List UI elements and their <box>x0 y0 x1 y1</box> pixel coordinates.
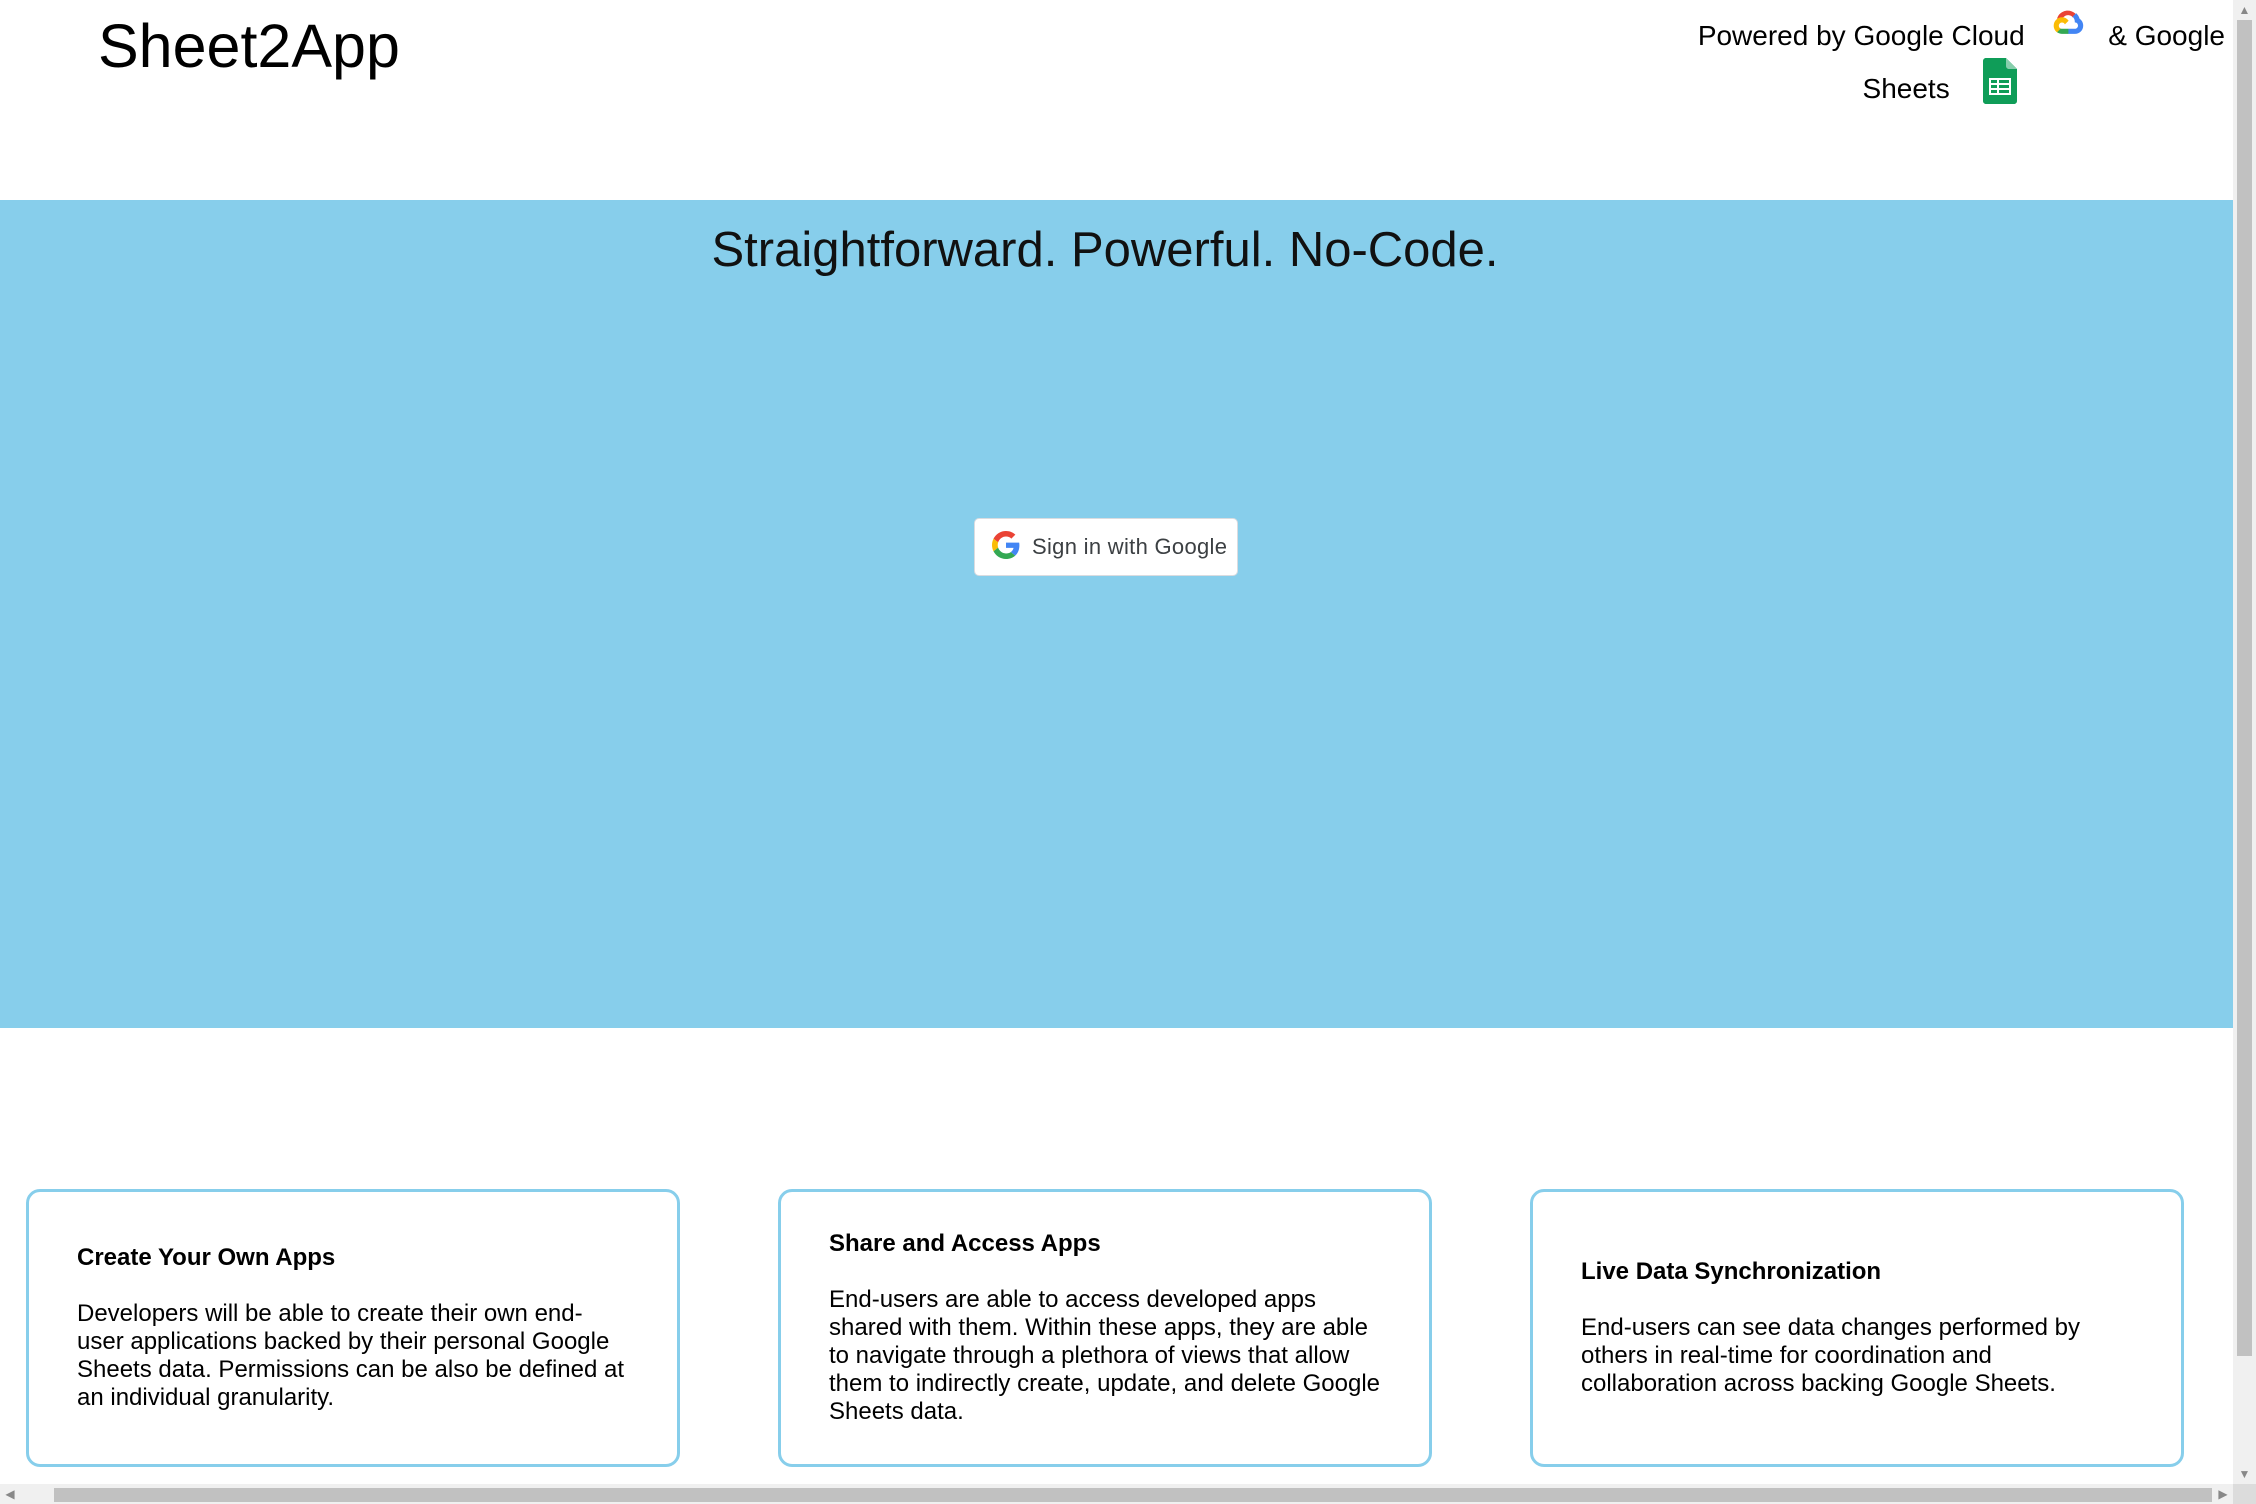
sign-in-label: Sign in with Google <box>1032 534 1228 559</box>
horizontal-scroll-thumb[interactable] <box>54 1488 2212 1502</box>
feature-card-body: Developers will be able to create their … <box>77 1300 625 1411</box>
feature-card-title: Share and Access Apps <box>829 1230 1101 1257</box>
sign-in-with-google-button[interactable]: Sign in with Google <box>974 518 1238 576</box>
powered-by: Powered by Google Cloud & Google Sheets <box>1665 10 2225 119</box>
feature-card-create-apps: Create Your Own Apps Developers will be … <box>26 1189 680 1467</box>
powered-by-google-text: & Google <box>2108 20 2225 51</box>
powered-by-cloud-text: Powered by Google Cloud <box>1697 20 2025 51</box>
scroll-up-arrow-icon[interactable]: ▲ <box>2233 0 2256 20</box>
feature-card-title: Create Your Own Apps <box>77 1244 336 1271</box>
hero-title: Straightforward. Powerful. No-Code. <box>711 223 1499 277</box>
powered-by-line-1: Powered by Google Cloud & Google <box>1665 10 2225 62</box>
scrollbar-corner <box>2233 1484 2256 1504</box>
powered-by-line-2: Sheets <box>1665 58 2225 119</box>
header: Sheet2App Powered by Google Cloud & Goog… <box>0 0 2233 200</box>
scroll-right-arrow-icon[interactable]: ▶ <box>2213 1484 2233 1504</box>
hero-section: Straightforward. Powerful. No-Code. Sign… <box>0 200 2233 1028</box>
feature-card-live-sync: Live Data Synchronization End-users can … <box>1530 1189 2184 1467</box>
vertical-scrollbar[interactable]: ▲ ▼ <box>2233 0 2256 1484</box>
feature-card-title: Live Data Synchronization <box>1581 1258 1882 1285</box>
feature-card-share-apps: Share and Access Apps End-users are able… <box>778 1189 1432 1467</box>
horizontal-scrollbar[interactable]: ◀ ▶ <box>0 1484 2233 1504</box>
google-sheets-icon <box>1967 58 2018 119</box>
powered-by-sheets-text: Sheets <box>1862 73 1950 104</box>
brand-title: Sheet2App <box>98 12 400 80</box>
scroll-left-arrow-icon[interactable]: ◀ <box>0 1484 20 1504</box>
feature-card-body: End-users can see data changes performed… <box>1581 1314 2080 1397</box>
feature-card-body: End-users are able to access developed a… <box>829 1286 1381 1425</box>
google-cloud-icon <box>2042 10 2090 62</box>
vertical-scroll-thumb[interactable] <box>2237 20 2252 1356</box>
google-g-icon <box>975 530 1032 564</box>
scroll-down-arrow-icon[interactable]: ▼ <box>2233 1464 2256 1484</box>
